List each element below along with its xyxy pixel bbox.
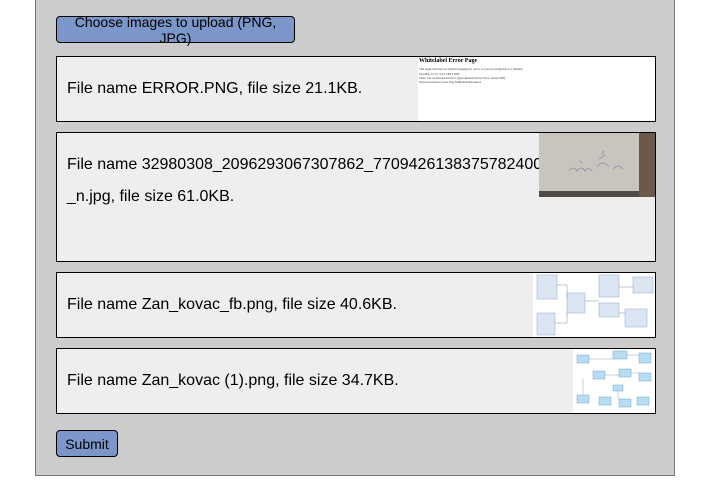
diagram-thumbnail [573, 349, 655, 413]
file-thumbnail [573, 349, 655, 413]
file-description: File name ERROR.PNG, file size 21.1KB. [67, 80, 363, 97]
file-list-item: File name 32980308_2096293067307862_7709… [56, 132, 656, 262]
file-thumbnail: Whitelabel Error Page This application h… [418, 57, 655, 121]
file-thumbnail [533, 273, 655, 337]
file-description: File name 32980308_2096293067307862_7709… [67, 156, 543, 205]
file-thumbnail [539, 133, 655, 197]
thumbnail-line: Nested exception is java.lang.NullPointe… [419, 80, 482, 84]
choose-images-button[interactable]: Choose images to upload (PNG, JPG) [56, 14, 295, 46]
whiteboard-photo [539, 133, 655, 197]
diagram-thumbnail [533, 273, 655, 337]
upload-panel: Choose images to upload (PNG, JPG) File … [35, 0, 675, 476]
file-description: File name Zan_kovac_fb.png, file size 40… [67, 296, 397, 313]
file-list-item: File name Zan_kovac_fb.png, file size 40… [56, 272, 656, 338]
submit-button[interactable]: Submit [56, 430, 118, 457]
thumbnail-line: This application has no explicit mapping… [419, 67, 524, 71]
file-list-item: File name ERROR.PNG, file size 21.1KB. W… [56, 56, 656, 122]
file-list-item: File name Zan_kovac (1).png, file size 3… [56, 348, 656, 414]
file-description: File name Zan_kovac (1).png, file size 3… [67, 372, 399, 389]
thumbnail-title: Whitelabel Error Page [419, 58, 478, 64]
